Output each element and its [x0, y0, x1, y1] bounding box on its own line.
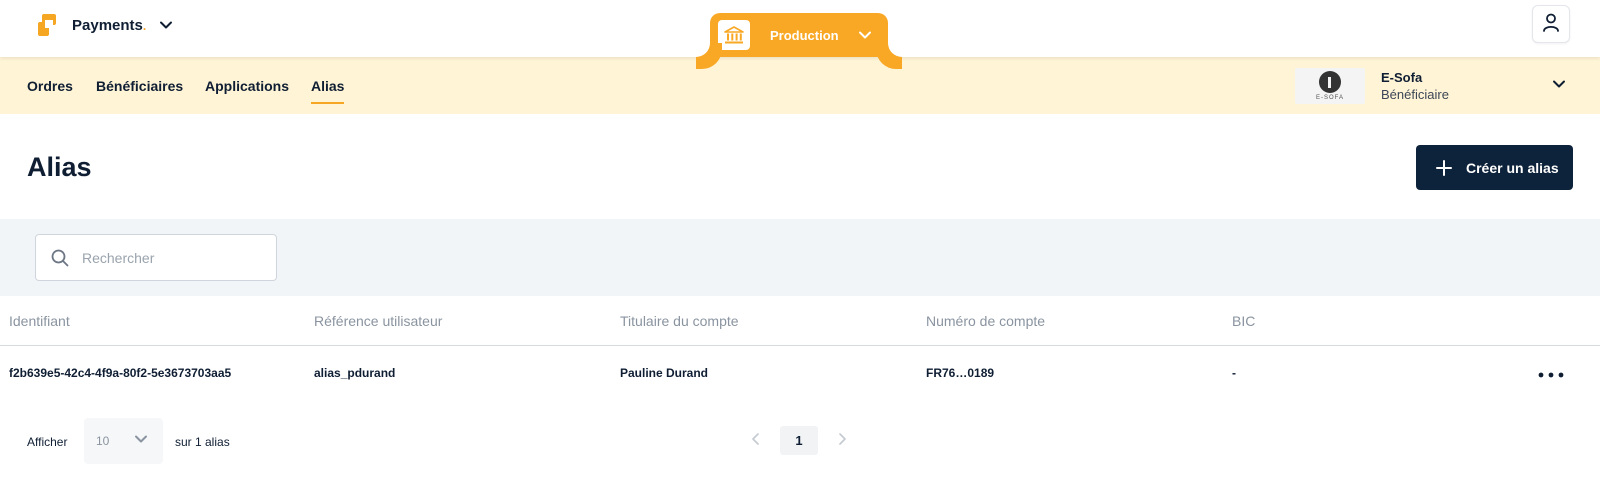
row-actions-button[interactable] — [1536, 366, 1566, 382]
page-title: Alias — [27, 152, 92, 182]
column-header-bic[interactable]: BIC — [1232, 313, 1255, 329]
page-size-label: Afficher — [27, 435, 68, 449]
cell-numero: FR76…0189 — [926, 366, 995, 380]
chevron-down-icon[interactable] — [1552, 77, 1566, 96]
account-role: Bénéficiaire — [1381, 87, 1449, 102]
chevron-down-icon — [134, 432, 148, 451]
filter-bar — [0, 219, 1600, 296]
nav-item-alias[interactable]: Alias — [311, 78, 345, 104]
cell-bic: - — [1232, 366, 1236, 380]
previous-page-button[interactable] — [748, 431, 764, 447]
cell-reference: alias_pdurand — [314, 366, 396, 380]
user-icon — [1541, 12, 1561, 37]
nav-item-beneficiaires[interactable]: Bénéficiaires — [96, 78, 183, 94]
chevron-down-icon — [858, 28, 872, 42]
bank-icon — [718, 20, 750, 50]
cell-identifiant: f2b639e5-42c4-4f9a-80f2-5e3673703aa5 — [9, 366, 232, 380]
more-horizontal-icon — [1538, 365, 1564, 383]
nav-item-applications[interactable]: Applications — [205, 78, 289, 94]
page-number-button[interactable]: 1 — [780, 426, 818, 455]
payments-logo-icon — [38, 14, 60, 36]
column-header-identifiant[interactable]: Identifiant — [9, 313, 70, 329]
user-profile-button[interactable] — [1532, 5, 1570, 43]
environment-switcher[interactable]: Production — [710, 13, 888, 57]
cell-titulaire: Pauline Durand — [620, 366, 709, 380]
total-count: sur 1 alias — [175, 435, 230, 449]
plus-icon — [1434, 158, 1454, 178]
create-alias-button[interactable]: Créer un alias — [1416, 145, 1573, 190]
account-name: E-Sofa — [1381, 70, 1423, 85]
account-switcher[interactable]: E-SOFA E-Sofa Bénéficiaire — [1295, 68, 1449, 104]
table-divider — [0, 345, 1600, 346]
chevron-down-icon — [158, 17, 174, 33]
main-nav: Ordres Bénéficiaires Applications Alias … — [0, 57, 1600, 114]
page-size-select[interactable]: 10 — [84, 418, 163, 464]
environment-label: Production — [770, 27, 839, 43]
column-header-titulaire[interactable]: Titulaire du compte — [620, 313, 739, 329]
search-box[interactable] — [35, 234, 277, 281]
nav-item-ordres[interactable]: Ordres — [27, 78, 73, 94]
app-switcher[interactable]: Payments. — [38, 12, 174, 38]
search-input[interactable] — [82, 249, 262, 266]
column-header-reference[interactable]: Référence utilisateur — [314, 313, 442, 329]
search-icon — [50, 248, 70, 268]
app-name: Payments. — [72, 16, 147, 34]
next-page-button[interactable] — [834, 431, 850, 447]
column-header-numero[interactable]: Numéro de compte — [926, 313, 1045, 329]
account-logo: E-SOFA — [1295, 68, 1365, 104]
